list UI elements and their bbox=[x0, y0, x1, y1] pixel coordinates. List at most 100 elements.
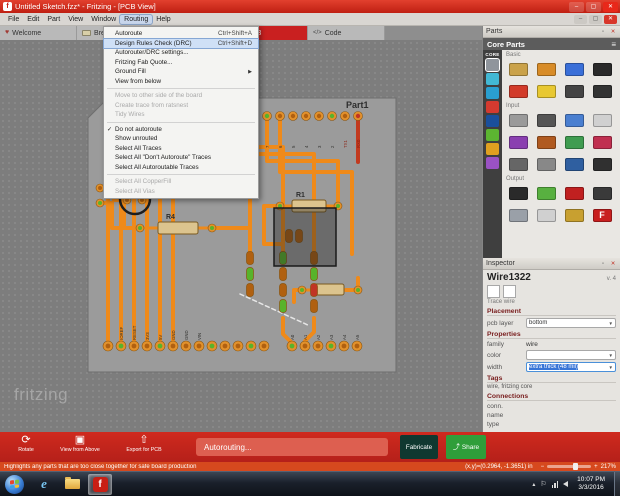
pcb-layer-select[interactable]: bottom ▼ bbox=[526, 318, 616, 328]
part-trimmer[interactable] bbox=[588, 109, 616, 131]
mdi-close-button[interactable]: ✕ bbox=[604, 15, 617, 24]
action-center-icon[interactable]: ⚐ bbox=[540, 480, 546, 488]
mdi-minimize-button[interactable]: – bbox=[574, 15, 587, 24]
show-desktop-button[interactable] bbox=[614, 472, 620, 496]
part-ceramic-capacitor[interactable] bbox=[532, 58, 560, 80]
inspector-header[interactable]: Inspector ▫ ✕ bbox=[483, 258, 620, 270]
core-bin[interactable] bbox=[486, 59, 499, 71]
export-for-pcb-button[interactable]: ⇧ Export for PCB bbox=[116, 434, 172, 453]
zoom-slider[interactable] bbox=[547, 465, 591, 468]
start-button[interactable] bbox=[5, 475, 24, 494]
part-resistor[interactable] bbox=[504, 58, 532, 80]
menu-view[interactable]: View bbox=[64, 15, 87, 24]
part-joystick[interactable] bbox=[560, 153, 588, 175]
close-panel-icon[interactable]: ✕ bbox=[609, 260, 617, 268]
taskbar-icon-internet-explorer[interactable]: e bbox=[32, 474, 56, 495]
part-electrolytic-capacitor[interactable] bbox=[560, 58, 588, 80]
dc-motor-icon bbox=[509, 209, 528, 222]
taskbar-icon-windows-explorer[interactable] bbox=[60, 474, 84, 495]
windows-flag-icon bbox=[10, 480, 19, 489]
menu-item-autorouter-drc-settings[interactable]: Autorouter/DRC settings... bbox=[104, 48, 258, 58]
menu-item-design-rules-check-drc[interactable]: Design Rules Check (DRC)Ctrl+Shift+D bbox=[104, 39, 258, 49]
taskbar-icon-fritzing[interactable]: f bbox=[88, 474, 112, 495]
part-lcd-display[interactable] bbox=[532, 182, 560, 204]
zoom-in-icon[interactable]: + bbox=[594, 464, 598, 470]
taskbar-clock[interactable]: 10:07 PM 3/3/2016 bbox=[577, 476, 605, 492]
part-fritzing-logo[interactable]: F bbox=[588, 204, 616, 226]
rotate-button[interactable]: ⟳ Rotate bbox=[8, 434, 44, 453]
part-pir-sensor[interactable] bbox=[560, 131, 588, 153]
close-panel-icon[interactable]: ✕ bbox=[609, 28, 617, 36]
statusbar: Highlights any parts that are too close … bbox=[0, 462, 620, 471]
part-servo[interactable] bbox=[588, 182, 616, 204]
arduino-bin[interactable] bbox=[486, 87, 499, 99]
part-speaker[interactable] bbox=[504, 182, 532, 204]
part-distance-sensor[interactable] bbox=[588, 131, 616, 153]
part-rotary-encoder[interactable] bbox=[532, 153, 560, 175]
part-sensor-board[interactable] bbox=[504, 131, 532, 153]
color-select[interactable]: ▼ bbox=[526, 350, 616, 360]
seeed-bin[interactable] bbox=[486, 129, 499, 141]
menu-routing[interactable]: Routing bbox=[120, 15, 152, 24]
menu-item-view-from-below[interactable]: View from below bbox=[104, 77, 258, 87]
adafruit-bin[interactable] bbox=[486, 115, 499, 127]
parts-panel-header[interactable]: Parts ▫ ✕ bbox=[483, 26, 620, 38]
part-dc-motor[interactable] bbox=[504, 204, 532, 226]
menu-item-select-all-traces[interactable]: Select All Traces bbox=[104, 144, 258, 154]
network-icon[interactable] bbox=[552, 481, 559, 488]
part-tilt-switch[interactable] bbox=[504, 153, 532, 175]
core-parts-bar[interactable]: Core Parts ≡ bbox=[483, 38, 620, 50]
titlebar[interactable]: f Untitled Sketch.fzz* - Fritzing - [PCB… bbox=[0, 0, 620, 13]
menu-item-select-all-don-t-autoroute-traces[interactable]: Select All "Don't Autoroute" Traces bbox=[104, 153, 258, 163]
menu-item-show-unrouted[interactable]: Show unrouted bbox=[104, 134, 258, 144]
my-parts-bin[interactable] bbox=[486, 73, 499, 85]
zoom-out-icon[interactable]: − bbox=[541, 464, 545, 470]
menu-edit[interactable]: Edit bbox=[23, 15, 43, 24]
menu-item-select-all-copperfill: Select All CopperFill bbox=[104, 177, 258, 187]
part-photoresistor[interactable] bbox=[532, 131, 560, 153]
part-seven-segment[interactable] bbox=[560, 182, 588, 204]
menu-help[interactable]: Help bbox=[152, 15, 174, 24]
menu-item-do-not-autoroute[interactable]: ✓Do not autoroute bbox=[104, 125, 258, 135]
placement-section-label: Placement bbox=[487, 308, 616, 316]
part-ic-chip[interactable] bbox=[588, 58, 616, 80]
show-hidden-icons-icon[interactable]: ▴ bbox=[532, 481, 535, 488]
view-from-above-button[interactable]: ▣ View from Above bbox=[52, 434, 108, 453]
menu-item-select-all-autoroutable-traces[interactable]: Select All Autoroutable Traces bbox=[104, 163, 258, 173]
part-yellow-led[interactable] bbox=[532, 80, 560, 102]
mdi-restore-button[interactable]: ▢ bbox=[589, 15, 602, 24]
volume-icon[interactable] bbox=[563, 481, 568, 487]
zoom-slider-thumb[interactable] bbox=[573, 463, 578, 470]
float-panel-icon[interactable]: ▫ bbox=[599, 28, 607, 36]
menu-item-ground-fill[interactable]: Ground Fill▶ bbox=[104, 67, 258, 77]
menu-window[interactable]: Window bbox=[87, 15, 120, 24]
contrib-bin[interactable] bbox=[486, 157, 499, 169]
part-rgb-led[interactable] bbox=[532, 204, 560, 226]
part-keypad[interactable] bbox=[588, 153, 616, 175]
part-slide-switch[interactable] bbox=[532, 109, 560, 131]
part-piezo[interactable] bbox=[560, 204, 588, 226]
float-panel-icon[interactable]: ▫ bbox=[599, 260, 607, 268]
bin-menu-icon[interactable]: ≡ bbox=[611, 40, 616, 49]
part-potentiometer[interactable] bbox=[560, 109, 588, 131]
part-pushbutton[interactable] bbox=[504, 109, 532, 131]
maximize-button[interactable]: ▢ bbox=[586, 2, 601, 12]
sparkfun-bin[interactable] bbox=[486, 101, 499, 113]
tab-code[interactable]: </> Code bbox=[308, 26, 385, 40]
tab-welcome[interactable]: ♥ Welcome bbox=[0, 26, 77, 40]
close-button[interactable]: ✕ bbox=[603, 2, 618, 12]
part-transistor[interactable] bbox=[588, 80, 616, 102]
width-select[interactable]: extra thick (48 mil) ▼ bbox=[526, 362, 616, 372]
part-red-led[interactable] bbox=[504, 80, 532, 102]
menu-item-autoroute[interactable]: AutorouteCtrl+Shift+A bbox=[104, 29, 258, 39]
part-diode[interactable] bbox=[560, 80, 588, 102]
menu-item-move-to-other-side-of-the-board: Move to other side of the board bbox=[104, 91, 258, 101]
menu-part[interactable]: Part bbox=[43, 15, 64, 24]
minimize-button[interactable]: – bbox=[569, 2, 584, 12]
parallax-bin[interactable] bbox=[486, 143, 499, 155]
conn-label: conn. bbox=[487, 403, 523, 410]
share-button[interactable]: ⤴ Share bbox=[446, 435, 486, 459]
menu-item-fritzing-fab-quote[interactable]: Fritzing Fab Quote... bbox=[104, 58, 258, 68]
menu-file[interactable]: File bbox=[4, 15, 23, 24]
fabricate-button[interactable]: Fabricate bbox=[400, 435, 438, 459]
